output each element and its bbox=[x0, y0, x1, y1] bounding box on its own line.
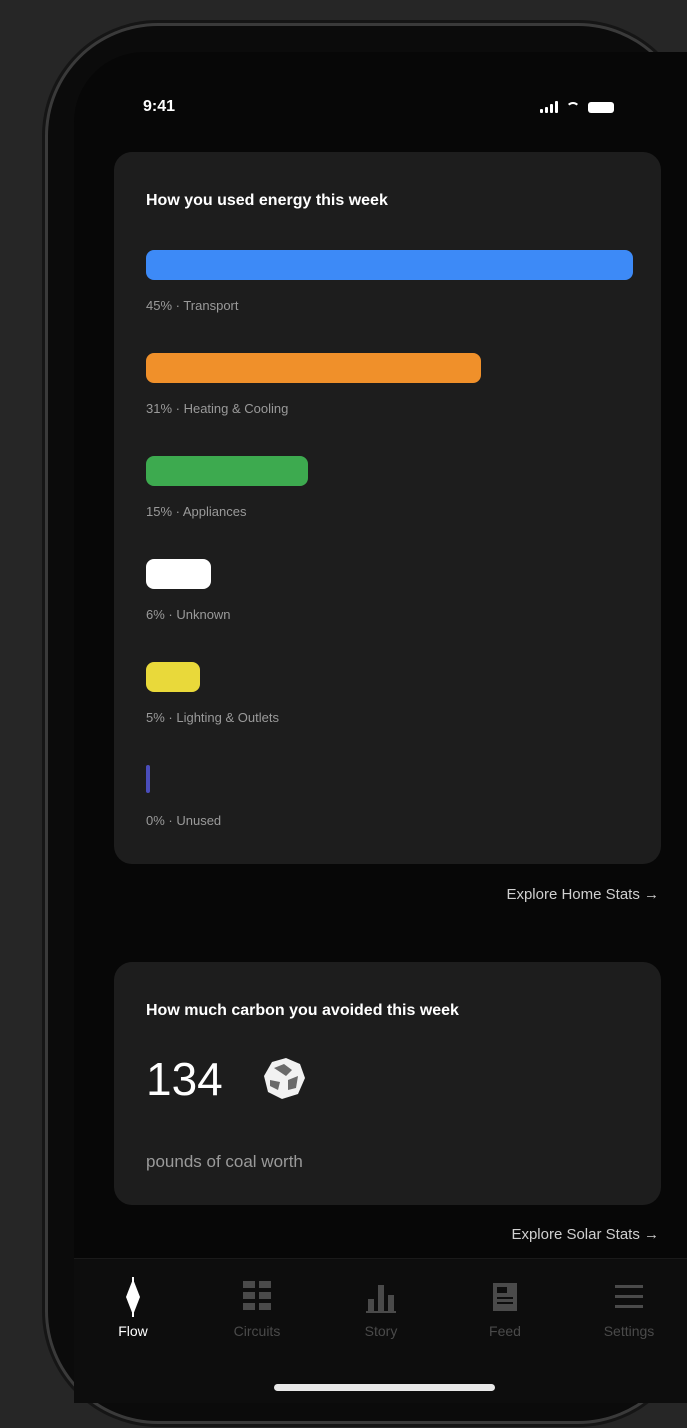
tab-feed[interactable]: Feed bbox=[460, 1277, 550, 1339]
energy-bar bbox=[146, 765, 150, 793]
feed-icon bbox=[493, 1283, 517, 1311]
tab-settings[interactable]: Settings bbox=[584, 1277, 674, 1339]
carbon-value: 134 bbox=[146, 1053, 223, 1105]
energy-bar bbox=[146, 353, 481, 383]
energy-usage-card: How you used energy this week 45% · Tran… bbox=[114, 152, 661, 864]
status-time: 9:41 bbox=[143, 98, 176, 115]
circuits-icon bbox=[243, 1281, 271, 1310]
energy-bar-label: 5% · Lighting & Outlets bbox=[146, 710, 279, 725]
tab-bar: Flow Circuits Story Feed Settings bbox=[74, 1258, 687, 1403]
energy-bar bbox=[146, 662, 200, 692]
tab-label: Settings bbox=[603, 1323, 655, 1339]
wifi-icon bbox=[566, 102, 580, 112]
tab-label: Flow bbox=[118, 1323, 148, 1339]
carbon-unit-text: pounds of coal worth bbox=[146, 1152, 303, 1171]
carbon-card-title: How much carbon you avoided this week bbox=[146, 1002, 459, 1019]
signal-icon bbox=[540, 101, 558, 113]
flow-icon bbox=[126, 1277, 140, 1317]
story-icon bbox=[366, 1285, 396, 1313]
tab-circuits[interactable]: Circuits bbox=[212, 1277, 302, 1339]
energy-bar-label: 6% · Unknown bbox=[146, 607, 231, 622]
carbon-avoided-card: How much carbon you avoided this week 13… bbox=[114, 962, 661, 1205]
energy-bar bbox=[146, 559, 211, 589]
energy-card-title: How you used energy this week bbox=[146, 192, 388, 209]
energy-bar bbox=[146, 250, 633, 280]
battery-icon bbox=[588, 101, 614, 113]
energy-bar-label: 45% · Transport bbox=[146, 298, 239, 313]
explore-solar-stats-link[interactable]: Explore Solar Stats → bbox=[511, 1226, 659, 1243]
tab-label: Feed bbox=[489, 1323, 521, 1339]
tab-story[interactable]: Story bbox=[336, 1277, 426, 1339]
status-icons bbox=[540, 101, 614, 113]
home-indicator[interactable] bbox=[274, 1384, 495, 1391]
tab-label: Story bbox=[364, 1323, 398, 1339]
energy-bar-label: 15% · Appliances bbox=[146, 504, 247, 519]
energy-bar-label: 0% · Unused bbox=[146, 813, 222, 828]
tab-label: Circuits bbox=[233, 1323, 281, 1339]
energy-bar bbox=[146, 456, 308, 486]
tab-flow[interactable]: Flow bbox=[88, 1277, 178, 1339]
coal-icon bbox=[264, 1058, 305, 1099]
settings-icon bbox=[615, 1285, 643, 1308]
explore-home-stats-link[interactable]: Explore Home Stats → bbox=[506, 886, 659, 903]
energy-bar-label: 31% · Heating & Cooling bbox=[146, 401, 289, 416]
